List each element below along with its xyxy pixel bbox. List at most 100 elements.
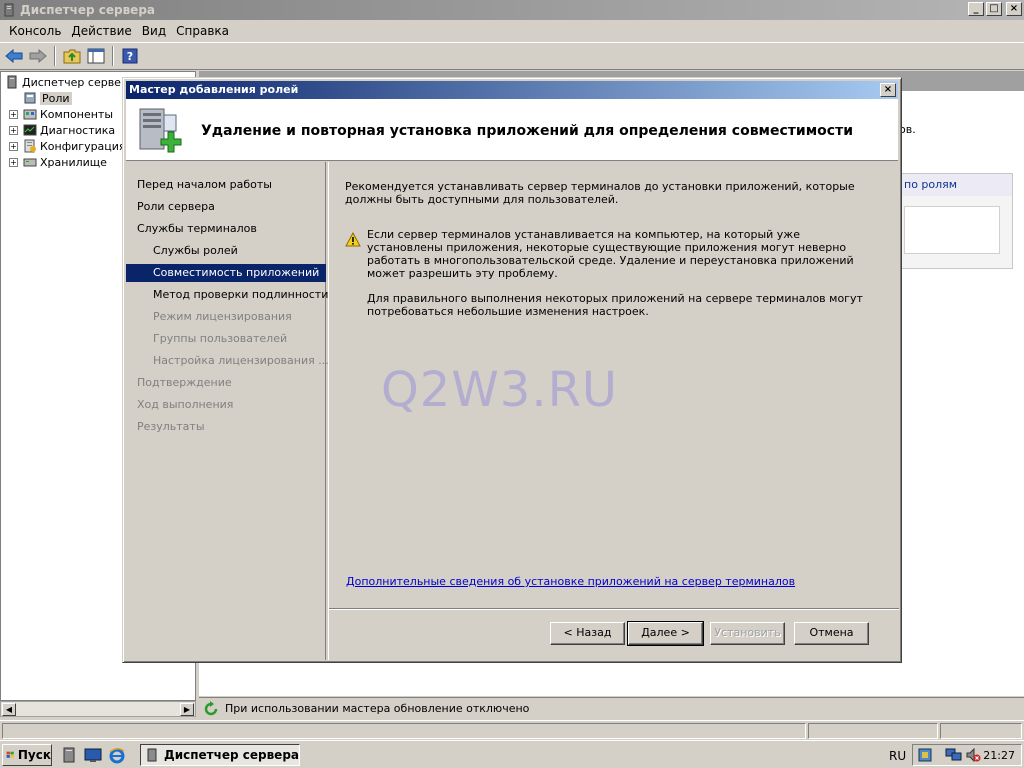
language-indicator[interactable]: RU	[889, 749, 906, 763]
taskbar-server-manager[interactable]: Диспетчер сервера	[140, 744, 300, 766]
next-button[interactable]: Далее >	[627, 621, 704, 646]
maximize-button[interactable]: □	[986, 2, 1002, 16]
toolbar: ?	[0, 42, 1024, 70]
minimize-button[interactable]: _	[968, 2, 984, 16]
windows-logo-icon	[6, 751, 14, 758]
arrow-left-icon	[5, 49, 23, 63]
server-manager-quicklaunch-icon[interactable]	[60, 746, 78, 764]
step-user-groups: Группы пользователей	[153, 332, 288, 345]
step-role-services[interactable]: Службы ролей	[126, 242, 326, 260]
menu-bar: Консоль Действие Вид Справка	[0, 20, 1024, 42]
status-cell	[2, 723, 806, 739]
wizard-content: Рекомендуется устанавливать сервер терми…	[328, 162, 899, 660]
wizard-title-bar[interactable]: Мастер добавления ролей ×	[126, 81, 898, 99]
refresh-icon	[204, 700, 218, 715]
system-tray: 21:27	[912, 744, 1022, 766]
features-icon	[23, 109, 37, 120]
server-icon	[7, 75, 17, 89]
step-server-roles[interactable]: Роли сервера	[126, 198, 326, 216]
button-separator	[329, 608, 899, 610]
menu-help[interactable]: Справка	[171, 24, 234, 38]
wizard-header: Удаление и повторная установка приложени…	[126, 99, 898, 161]
cancel-button[interactable]: Отмена	[794, 622, 869, 645]
menu-console[interactable]: Консоль	[4, 24, 66, 38]
step-authentication-method[interactable]: Метод проверки подлинности	[126, 286, 328, 304]
status-bar	[0, 720, 1024, 740]
expand-icon[interactable]: +	[9, 157, 18, 167]
diagnostics-icon	[23, 124, 37, 136]
main-title: Диспетчер сервера	[20, 3, 155, 17]
internet-explorer-icon[interactable]	[108, 746, 126, 764]
scroll-right-icon[interactable]: ▶	[180, 703, 194, 716]
step-application-compatibility[interactable]: Совместимость приложений	[126, 264, 326, 282]
step-terminal-services[interactable]: Службы терминалов	[126, 220, 326, 238]
back-button[interactable]	[4, 46, 24, 66]
roles-summary-content	[904, 206, 1000, 254]
intro-text: Рекомендуется устанавливать сервер терми…	[345, 180, 855, 206]
step-licensing-mode: Режим лицензирования	[153, 310, 292, 323]
refresh-status-text: При использовании мастера обновление отк…	[225, 702, 530, 715]
wizard-title: Мастер добавления ролей	[129, 83, 299, 96]
warning-text: Если сервер терминалов устанавливается н…	[367, 228, 854, 280]
warning-icon	[345, 232, 361, 247]
scroll-left-icon[interactable]: ◀	[2, 703, 16, 716]
expand-icon[interactable]: +	[9, 141, 18, 151]
status-cell	[808, 723, 938, 739]
toolbar-separator	[112, 46, 114, 66]
network-icon[interactable]	[945, 747, 963, 763]
back-button[interactable]: < Назад	[550, 622, 625, 645]
toolbar-separator	[54, 46, 56, 66]
volume-muted-icon[interactable]	[965, 747, 981, 763]
step-results: Результаты	[137, 420, 205, 433]
menu-action[interactable]: Действие	[66, 24, 136, 38]
step-confirmation: Подтверждение	[137, 376, 232, 389]
folder-up-icon	[63, 49, 81, 64]
add-roles-wizard: Мастер добавления ролей × Удаление и пов…	[122, 77, 902, 663]
step-licensing-configuration: Настройка лицензирования ...	[153, 354, 329, 367]
server-manager-icon	[4, 3, 14, 17]
more-info-link[interactable]: Дополнительные сведения об установке при…	[346, 575, 795, 588]
step-before-you-begin[interactable]: Перед началом работы	[126, 176, 326, 194]
tree-item-configuration[interactable]: + Конфигурация	[9, 138, 126, 154]
wizard-close-button[interactable]: ×	[880, 83, 896, 97]
show-desktop-icon[interactable]	[84, 746, 102, 764]
help-button[interactable]: ?	[120, 46, 140, 66]
tree-item-roles[interactable]: Роли	[23, 90, 72, 106]
tree-item-storage[interactable]: + Хранилище	[9, 154, 107, 170]
main-title-bar[interactable]: Диспетчер сервера _ □ ×	[0, 0, 1024, 20]
close-button[interactable]: ×	[1006, 2, 1022, 16]
forward-button[interactable]	[28, 46, 48, 66]
tray-app-icon[interactable]	[917, 747, 933, 763]
note-text: Для правильного выполнения некоторых при…	[367, 292, 863, 318]
wizard-page-title: Удаление и повторная установка приложени…	[201, 123, 853, 139]
tree-item-diagnostics[interactable]: + Диагностика	[9, 122, 115, 138]
console-tree-icon	[87, 48, 105, 64]
svg-text:?: ?	[127, 50, 133, 63]
show-hide-tree-button[interactable]	[86, 46, 106, 66]
status-cell	[940, 723, 1022, 739]
help-icon: ?	[122, 48, 138, 64]
arrow-right-icon	[29, 49, 47, 63]
expand-icon[interactable]: +	[9, 109, 18, 119]
refresh-status: При использовании мастера обновление отк…	[199, 697, 1024, 719]
roles-summary-header[interactable]: по ролям	[900, 174, 1012, 196]
add-role-server-icon	[139, 108, 182, 153]
start-button[interactable]: Пуск	[2, 744, 52, 766]
storage-icon	[23, 158, 37, 167]
menu-view[interactable]: Вид	[137, 24, 171, 38]
tree-horizontal-scrollbar[interactable]: ◀ ▶	[0, 701, 196, 717]
step-progress: Ход выполнения	[137, 398, 234, 411]
server-manager-icon	[147, 748, 157, 762]
install-button: Установить	[710, 622, 785, 645]
tree-root[interactable]: Диспетчер сервера	[5, 74, 135, 90]
roles-icon	[24, 92, 36, 104]
configuration-icon	[24, 139, 36, 153]
taskbar: Пуск Диспетчер сервера RU 21:27	[0, 740, 1024, 768]
up-folder-button[interactable]	[62, 46, 82, 66]
tree-item-features[interactable]: + Компоненты	[9, 106, 113, 122]
watermark: Q2W3.RU	[381, 362, 619, 418]
expand-icon[interactable]: +	[9, 125, 18, 135]
roles-summary-box: по ролям	[899, 173, 1013, 269]
clock[interactable]: 21:27	[983, 749, 1015, 762]
wizard-steps: Перед началом работы Роли сервера Службы…	[126, 162, 329, 660]
